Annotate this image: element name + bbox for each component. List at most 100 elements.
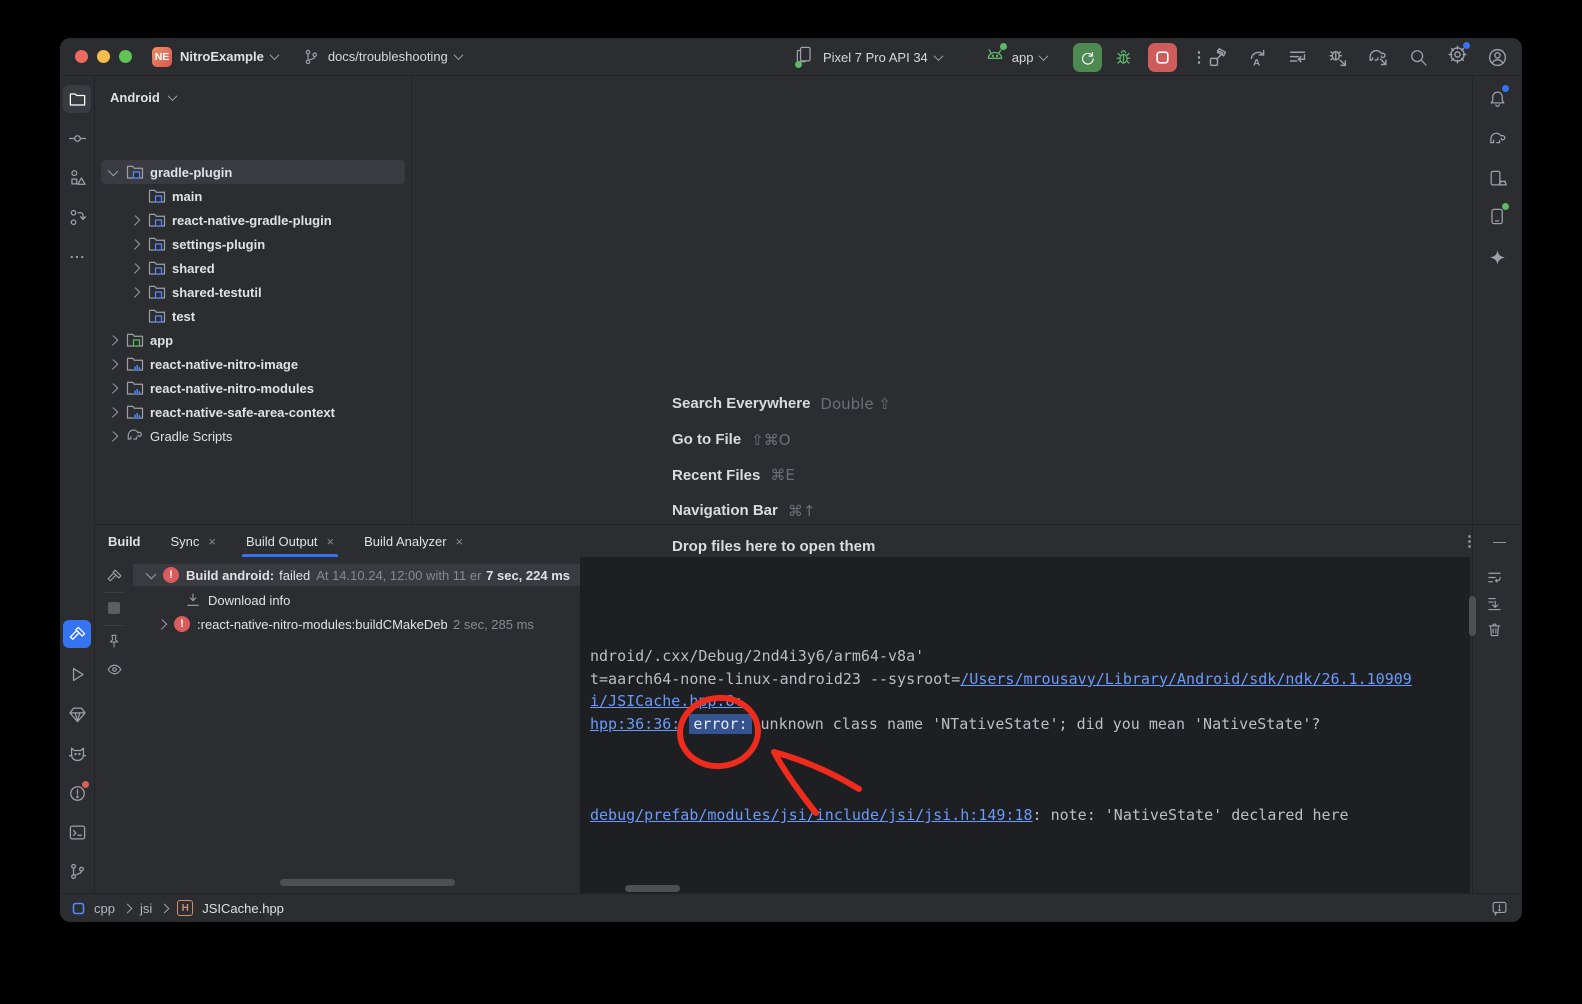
structure-tool-button[interactable] [63,163,91,191]
tree-item-settings-plugin[interactable]: settings-plugin [95,232,411,256]
branch-name[interactable]: docs/troubleshooting [328,49,448,64]
view-options-button[interactable] [101,656,127,682]
logcat-tool-button[interactable] [63,740,91,768]
tree-item-react-native-nitro-image[interactable]: react-native-nitro-image [95,352,411,376]
gradle-sync-icon[interactable] [1367,47,1389,68]
scroll-to-end-icon [1486,595,1503,612]
chevron-down-icon[interactable] [269,50,279,60]
tab-label: Sync [171,534,200,549]
debug-button[interactable] [1109,43,1138,72]
scroll-to-end-button[interactable] [1481,590,1507,616]
failed-task-row[interactable]: ! :react-native-nitro-modules:buildCMake… [133,613,580,635]
tree-item-react-native-nitro-modules[interactable]: react-native-nitro-modules [95,376,411,400]
problems-badge-dot [82,781,89,788]
left-tool-strip [60,76,95,893]
panel-options-icon[interactable]: ⋮ [1462,532,1477,550]
account-icon[interactable] [1487,47,1508,68]
device-selector[interactable]: Pixel 7 Pro API 34 [823,50,928,65]
clear-all-button[interactable] [1481,616,1507,642]
project-name[interactable]: NitroExample [180,49,264,64]
build-tool-button[interactable] [63,620,91,648]
more-run-options-icon[interactable]: ⋮ [1191,48,1206,66]
play-icon [68,665,87,684]
tree-item-main[interactable]: main [95,184,411,208]
running-devices-button[interactable] [1484,202,1512,230]
console-file-link[interactable]: i/JSICache.hpp:8: [590,692,744,710]
tab-build-analyzer[interactable]: Build Analyzer × [364,525,463,557]
attach-debugger-icon[interactable] [1327,47,1348,68]
console-horizontal-scrollbar[interactable] [625,885,680,892]
project-badge: NE [152,47,172,67]
project-tool-button[interactable] [63,85,91,113]
status-bar: cpp jsi H JSICache.hpp [60,893,1522,922]
terminal-tool-button[interactable] [63,818,91,846]
tree-item-react-native-safe-area-context[interactable]: react-native-safe-area-context [95,400,411,424]
tree-item-shared[interactable]: shared [95,256,411,280]
more-tools-button[interactable] [63,243,91,271]
settings-gear-icon[interactable] [1447,44,1468,70]
minimize-window-button[interactable] [97,50,110,63]
gemini-button[interactable] [1484,243,1512,271]
restart-build-button[interactable] [101,563,127,589]
version-control-tool-button[interactable] [63,857,91,885]
problems-tool-button[interactable] [63,779,91,807]
pin-tab-button[interactable] [101,628,127,654]
console-file-link[interactable]: debug/prefab/modules/jsi/include/jsi/jsi… [590,806,1033,824]
tree-item-test[interactable]: test [95,304,411,328]
console-file-link[interactable]: /Users/mrousavy/Library/Android/sdk/ndk/… [960,670,1412,688]
chevron-down-icon[interactable] [108,165,119,176]
tab-sync[interactable]: Sync × [171,525,217,557]
build-root-row[interactable]: ! Build android: failed At 14.10.24, 12:… [133,564,580,586]
commit-tool-button[interactable] [63,124,91,152]
close-icon[interactable]: × [208,534,216,549]
chevron-down-icon[interactable] [933,51,943,61]
rerun-button[interactable] [1073,43,1102,72]
event-log-button[interactable] [1491,900,1508,917]
notifications-dot [1502,85,1509,92]
close-icon[interactable]: × [456,534,464,549]
breadcrumb-item-file[interactable]: JSICache.hpp [202,901,284,916]
apply-code-changes-icon[interactable] [1287,47,1308,68]
tab-build-output[interactable]: Build Output × [246,525,334,557]
stop-build-button[interactable] [101,595,127,621]
tree-item-react-native-gradle-plugin[interactable]: react-native-gradle-plugin [95,208,411,232]
pull-requests-tool-button[interactable] [63,203,91,231]
chevron-right-icon [123,903,133,913]
chevron-down-icon[interactable] [453,50,463,60]
hammer-icon [68,625,87,644]
chevron-down-icon[interactable] [1039,51,1049,61]
library-folder-icon [126,379,144,397]
build-tool-window: Build Sync × Build Output × Build Analyz… [95,524,1522,893]
tree-item-app[interactable]: app [95,328,411,352]
tree-item-label: test [172,309,195,324]
run-configuration[interactable]: app [1012,50,1034,65]
app-quality-insights-button[interactable] [63,700,91,728]
gradle-tool-button[interactable] [1484,125,1512,153]
soft-wrap-button[interactable] [1481,564,1507,590]
tab-label: Build Output [246,534,318,549]
build-project-icon[interactable] [1207,47,1228,68]
breadcrumb-item-cpp[interactable]: cpp [94,901,115,916]
download-info-row[interactable]: Download info [133,589,580,611]
close-window-button[interactable] [75,50,88,63]
breadcrumb-item-jsi[interactable]: jsi [140,901,152,916]
project-view-selector[interactable]: Android [95,76,411,105]
terminal-icon [68,823,87,842]
tree-item-gradle-plugin[interactable]: gradle-plugin [101,160,405,184]
search-icon[interactable] [1408,47,1428,67]
tab-label: Build Analyzer [364,534,446,549]
run-tool-button[interactable] [63,660,91,688]
tree-horizontal-scrollbar[interactable] [280,879,455,886]
device-manager-button[interactable] [1484,164,1512,192]
apply-changes-icon[interactable]: A [1247,47,1268,68]
zoom-window-button[interactable] [119,50,132,63]
chevron-down-icon[interactable] [146,568,157,579]
soft-wrap-icon [1486,569,1503,586]
tree-item-gradle-scripts[interactable]: Gradle Scripts [95,424,411,448]
hide-panel-icon[interactable]: — [1493,534,1506,549]
console-file-link[interactable]: hpp:36:36: [590,715,680,733]
notifications-button[interactable] [1484,84,1512,112]
close-icon[interactable]: × [327,534,335,549]
stop-button[interactable] [1148,43,1177,72]
tree-item-shared-testutil[interactable]: shared-testutil [95,280,411,304]
